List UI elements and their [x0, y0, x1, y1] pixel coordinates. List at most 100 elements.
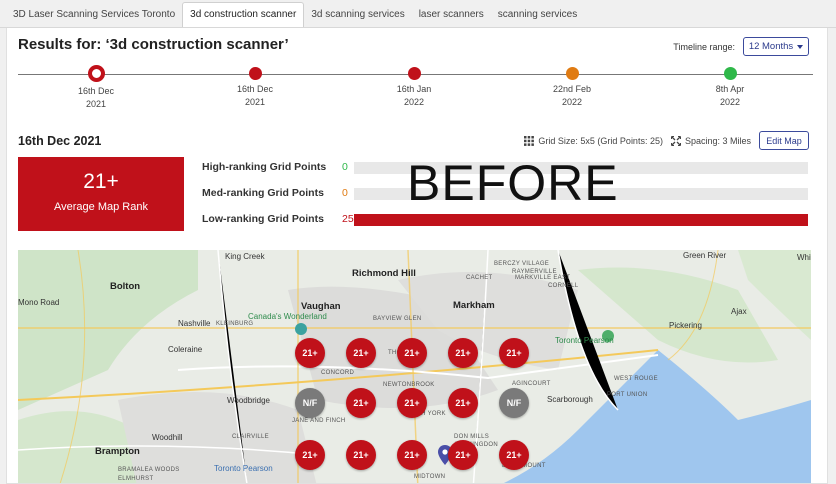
timeline-point-4[interactable]: 22nd Feb 2022 — [532, 67, 612, 109]
place-kleinburg: KLEINBURG — [216, 321, 254, 327]
timeline-range-select[interactable]: 12 Months — [743, 37, 809, 56]
timeline-dot[interactable] — [407, 67, 421, 80]
timeline-date: 16th Dec 2021 — [56, 85, 136, 111]
grid-point-marker[interactable]: N/F — [295, 388, 325, 418]
place-west-rouge: WEST ROUGE — [614, 376, 658, 382]
grid-point-marker[interactable]: 21+ — [499, 440, 529, 470]
place-ajax: Ajax — [731, 307, 747, 316]
place-concord: CONCORD — [321, 370, 355, 376]
timeline-day: 16th Dec — [236, 84, 274, 94]
timeline-dot[interactable] — [248, 67, 262, 80]
timeline-point-5[interactable]: 8th Apr 2022 — [690, 67, 770, 109]
place-markville-east: MARKVILLE EAST — [515, 275, 571, 281]
grid-point-marker[interactable]: 21+ — [346, 338, 376, 368]
place-clairville: CLAIRVILLE — [232, 434, 269, 440]
grid-point-marker[interactable]: 21+ — [448, 388, 478, 418]
timeline-point-3[interactable]: 16th Jan 2022 — [374, 67, 454, 109]
place-brampton: Brampton — [95, 446, 140, 457]
place-midtown: MIDTOWN — [414, 474, 446, 480]
place-cornell: CORNELL — [548, 283, 579, 289]
scan-date-heading: 16th Dec 2021 — [18, 134, 102, 148]
tab-3d-construction-scanner[interactable]: 3d construction scanner — [182, 2, 305, 27]
place-markham: Markham — [453, 300, 495, 311]
timeline-dot[interactable] — [565, 67, 579, 80]
edit-map-button[interactable]: Edit Map — [759, 131, 809, 150]
low-ranking-count: 25 — [342, 213, 354, 225]
tab-laser-scanners[interactable]: laser scanners — [412, 3, 491, 27]
grid-size-text: Grid Size: 5x5 (Grid Points: 25) — [538, 136, 663, 146]
grid-point-marker[interactable]: 21+ — [295, 440, 325, 470]
grid-point-marker[interactable]: 21+ — [397, 338, 427, 368]
timeline-range-label: Timeline range: — [673, 42, 735, 52]
caret-down-icon — [797, 44, 804, 49]
grid-point-marker[interactable]: N/F — [499, 388, 529, 418]
timeline-day: 16th Dec — [77, 86, 115, 96]
timeline-range-value: 12 Months — [748, 41, 794, 52]
timeline-day: 8th Apr — [715, 84, 745, 94]
low-ranking-bar — [354, 214, 808, 226]
tab-3d-laser-scanning-services-toronto[interactable]: 3D Laser Scanning Services Toronto — [6, 3, 182, 27]
place-whit: Whit — [797, 253, 811, 262]
place-green-river: Green River — [683, 251, 727, 260]
spacing-text: Spacing: 3 Miles — [684, 136, 751, 146]
place-port-union: PORT UNION — [607, 392, 648, 398]
place-coleraine: Coleraine — [168, 345, 203, 354]
timeline-date: 8th Apr 2022 — [690, 83, 770, 109]
timeline-date: 22nd Feb 2022 — [532, 83, 612, 109]
keyword-tabs: 3D Laser Scanning Services Toronto 3d co… — [0, 0, 836, 28]
grid-point-marker[interactable]: 21+ — [448, 440, 478, 470]
place-bolton: Bolton — [110, 281, 141, 292]
place-woodbridge: Woodbridge — [227, 396, 270, 405]
grid-point-marker[interactable]: 21+ — [499, 338, 529, 368]
place-woodhill: Woodhill — [152, 433, 183, 442]
average-rank-label: Average Map Rank — [54, 201, 148, 213]
average-rank-value: 21+ — [83, 170, 119, 193]
timeline-day: 16th Jan — [396, 84, 432, 94]
timeline-dot[interactable] — [87, 65, 105, 82]
place-newtonbrook: NEWTONBROOK — [383, 382, 435, 388]
place-agincourt: AGINCOURT — [512, 381, 551, 387]
before-overlay-text: BEFORE — [407, 155, 619, 211]
timeline-year: 2021 — [244, 97, 266, 107]
low-ranking-row: Low-ranking Grid Points 25 — [202, 213, 808, 227]
timeline-year: 2021 — [85, 99, 107, 109]
results-title: Results for: ‘3d construction scanner’ — [18, 36, 289, 53]
average-rank-card: 21+ Average Map Rank — [18, 157, 184, 231]
grid-map[interactable]: Bolton King Creek Richmond Hill BERCZY V… — [18, 250, 811, 483]
grid-point-marker[interactable]: 21+ — [346, 388, 376, 418]
grid-info: Grid Size: 5x5 (Grid Points: 25) Spacing… — [524, 136, 751, 146]
med-ranking-label: Med-ranking Grid Points — [202, 187, 324, 199]
grid-point-marker[interactable]: 21+ — [397, 440, 427, 470]
timeline-date: 16th Dec 2021 — [215, 83, 295, 109]
tab-3d-scanning-services[interactable]: 3d scanning services — [304, 3, 411, 27]
place-bayview-glen: BAYVIEW GLEN — [373, 316, 422, 322]
timeline-day: 22nd Feb — [552, 84, 592, 94]
place-bramalea-woods: BRAMALEA WOODS — [118, 467, 180, 473]
place-toronto-pearson-label: Toronto Pearson — [214, 464, 273, 473]
timeline-dot[interactable] — [723, 67, 737, 80]
low-ranking-label: Low-ranking Grid Points — [202, 213, 324, 225]
high-ranking-count: 0 — [342, 161, 348, 173]
med-ranking-count: 0 — [342, 187, 348, 199]
high-ranking-label: High-ranking Grid Points — [202, 161, 327, 173]
timeline-year: 2022 — [719, 97, 741, 107]
low-ranking-bar-fill — [354, 214, 808, 226]
place-nashville: Nashville — [178, 319, 211, 328]
place-scarborough: Scarborough — [547, 395, 593, 404]
grid-point-marker[interactable]: 21+ — [448, 338, 478, 368]
place-king-creek: King Creek — [225, 252, 265, 261]
place-mono-road: Mono Road — [18, 298, 60, 307]
timeline-point-1[interactable]: 16th Dec 2021 — [56, 65, 136, 111]
timeline-date: 16th Jan 2022 — [374, 83, 454, 109]
grid-point-marker[interactable]: 21+ — [295, 338, 325, 368]
timeline-point-2[interactable]: 16th Dec 2021 — [215, 67, 295, 109]
place-richmond-hill: Richmond Hill — [352, 268, 416, 279]
grid-icon — [524, 136, 535, 146]
grid-point-marker[interactable]: 21+ — [346, 440, 376, 470]
tab-scanning-services[interactable]: scanning services — [491, 3, 584, 27]
place-pickering: Pickering — [669, 321, 702, 330]
place-elmhurst: ELMHURST — [118, 476, 154, 482]
grid-point-marker[interactable]: 21+ — [397, 388, 427, 418]
place-vaughan: Vaughan — [301, 301, 341, 312]
place-berczy-village: BERCZY VILLAGE — [494, 261, 550, 267]
